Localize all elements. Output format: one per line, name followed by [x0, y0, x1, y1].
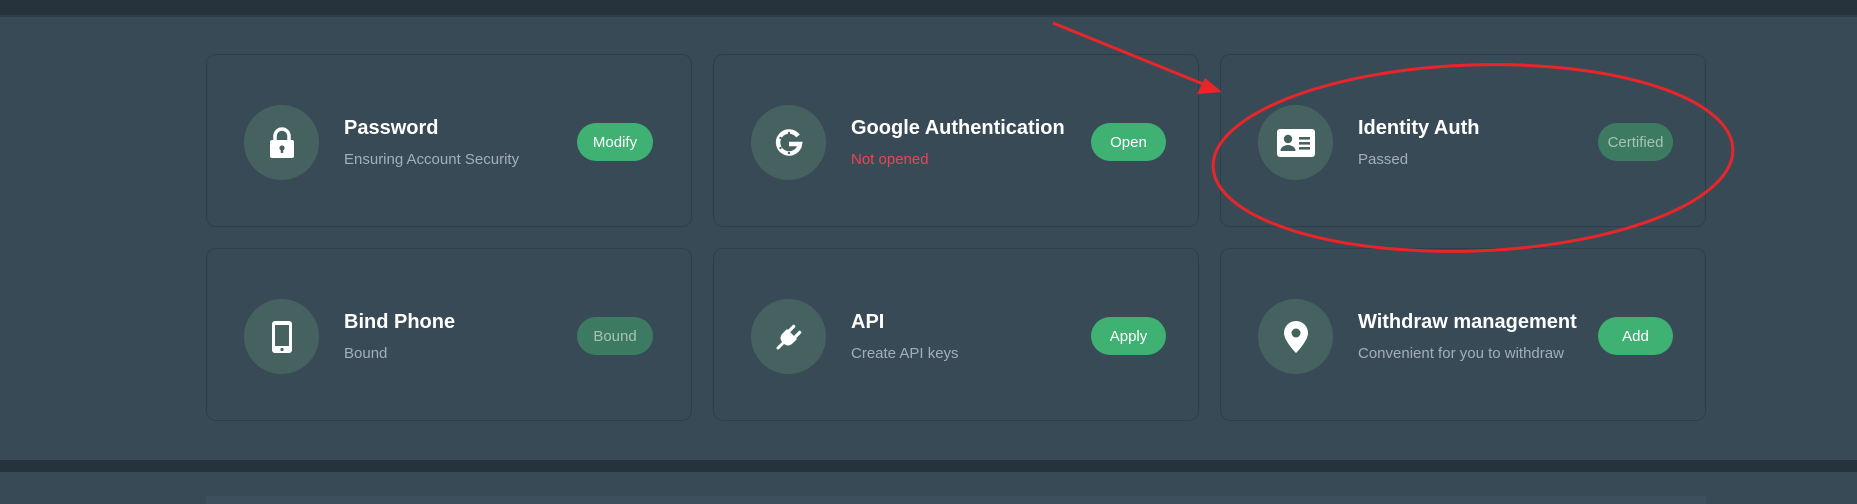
add-withdraw-button[interactable]: Add	[1598, 317, 1673, 355]
top-band	[0, 0, 1857, 17]
identity-auth-card: Identity Auth Passed Certified	[1220, 54, 1706, 227]
password-card: Password Ensuring Account Security Modif…	[206, 54, 692, 227]
bottom-band	[0, 460, 1857, 472]
card-subtitle: Passed	[1358, 151, 1409, 168]
card-title: Withdraw management	[1358, 311, 1577, 333]
lock-icon	[244, 105, 319, 180]
phone-icon	[244, 299, 319, 374]
location-pin-icon	[1258, 299, 1333, 374]
bottom-section	[0, 472, 1857, 504]
modify-password-button[interactable]: Modify	[577, 123, 653, 161]
security-settings-grid: Password Ensuring Account Security Modif…	[206, 54, 1706, 424]
plug-icon	[751, 299, 826, 374]
card-title: Google Authentication	[851, 117, 1065, 139]
withdraw-management-card: Withdraw management Convenient for you t…	[1220, 248, 1706, 421]
card-subtitle: Ensuring Account Security	[344, 151, 520, 168]
card-subtitle: Bound	[344, 345, 388, 362]
api-card: API Create API keys Apply	[713, 248, 1199, 421]
card-title: Identity Auth	[1358, 117, 1480, 139]
certified-button[interactable]: Certified	[1598, 123, 1673, 161]
google-icon	[751, 105, 826, 180]
card-title: API	[851, 311, 885, 333]
bound-button[interactable]: Bound	[577, 317, 653, 355]
card-subtitle: Not opened	[851, 151, 929, 168]
card-subtitle: Convenient for you to withdraw	[1358, 345, 1564, 362]
open-google-auth-button[interactable]: Open	[1091, 123, 1166, 161]
apply-api-button[interactable]: Apply	[1091, 317, 1166, 355]
card-subtitle: Create API keys	[851, 345, 959, 362]
card-title: Password	[344, 117, 439, 139]
id-card-icon	[1258, 105, 1333, 180]
card-title: Bind Phone	[344, 311, 456, 333]
bind-phone-card: Bind Phone Bound Bound	[206, 248, 692, 421]
google-auth-card: Google Authentication Not opened Open	[713, 54, 1199, 227]
